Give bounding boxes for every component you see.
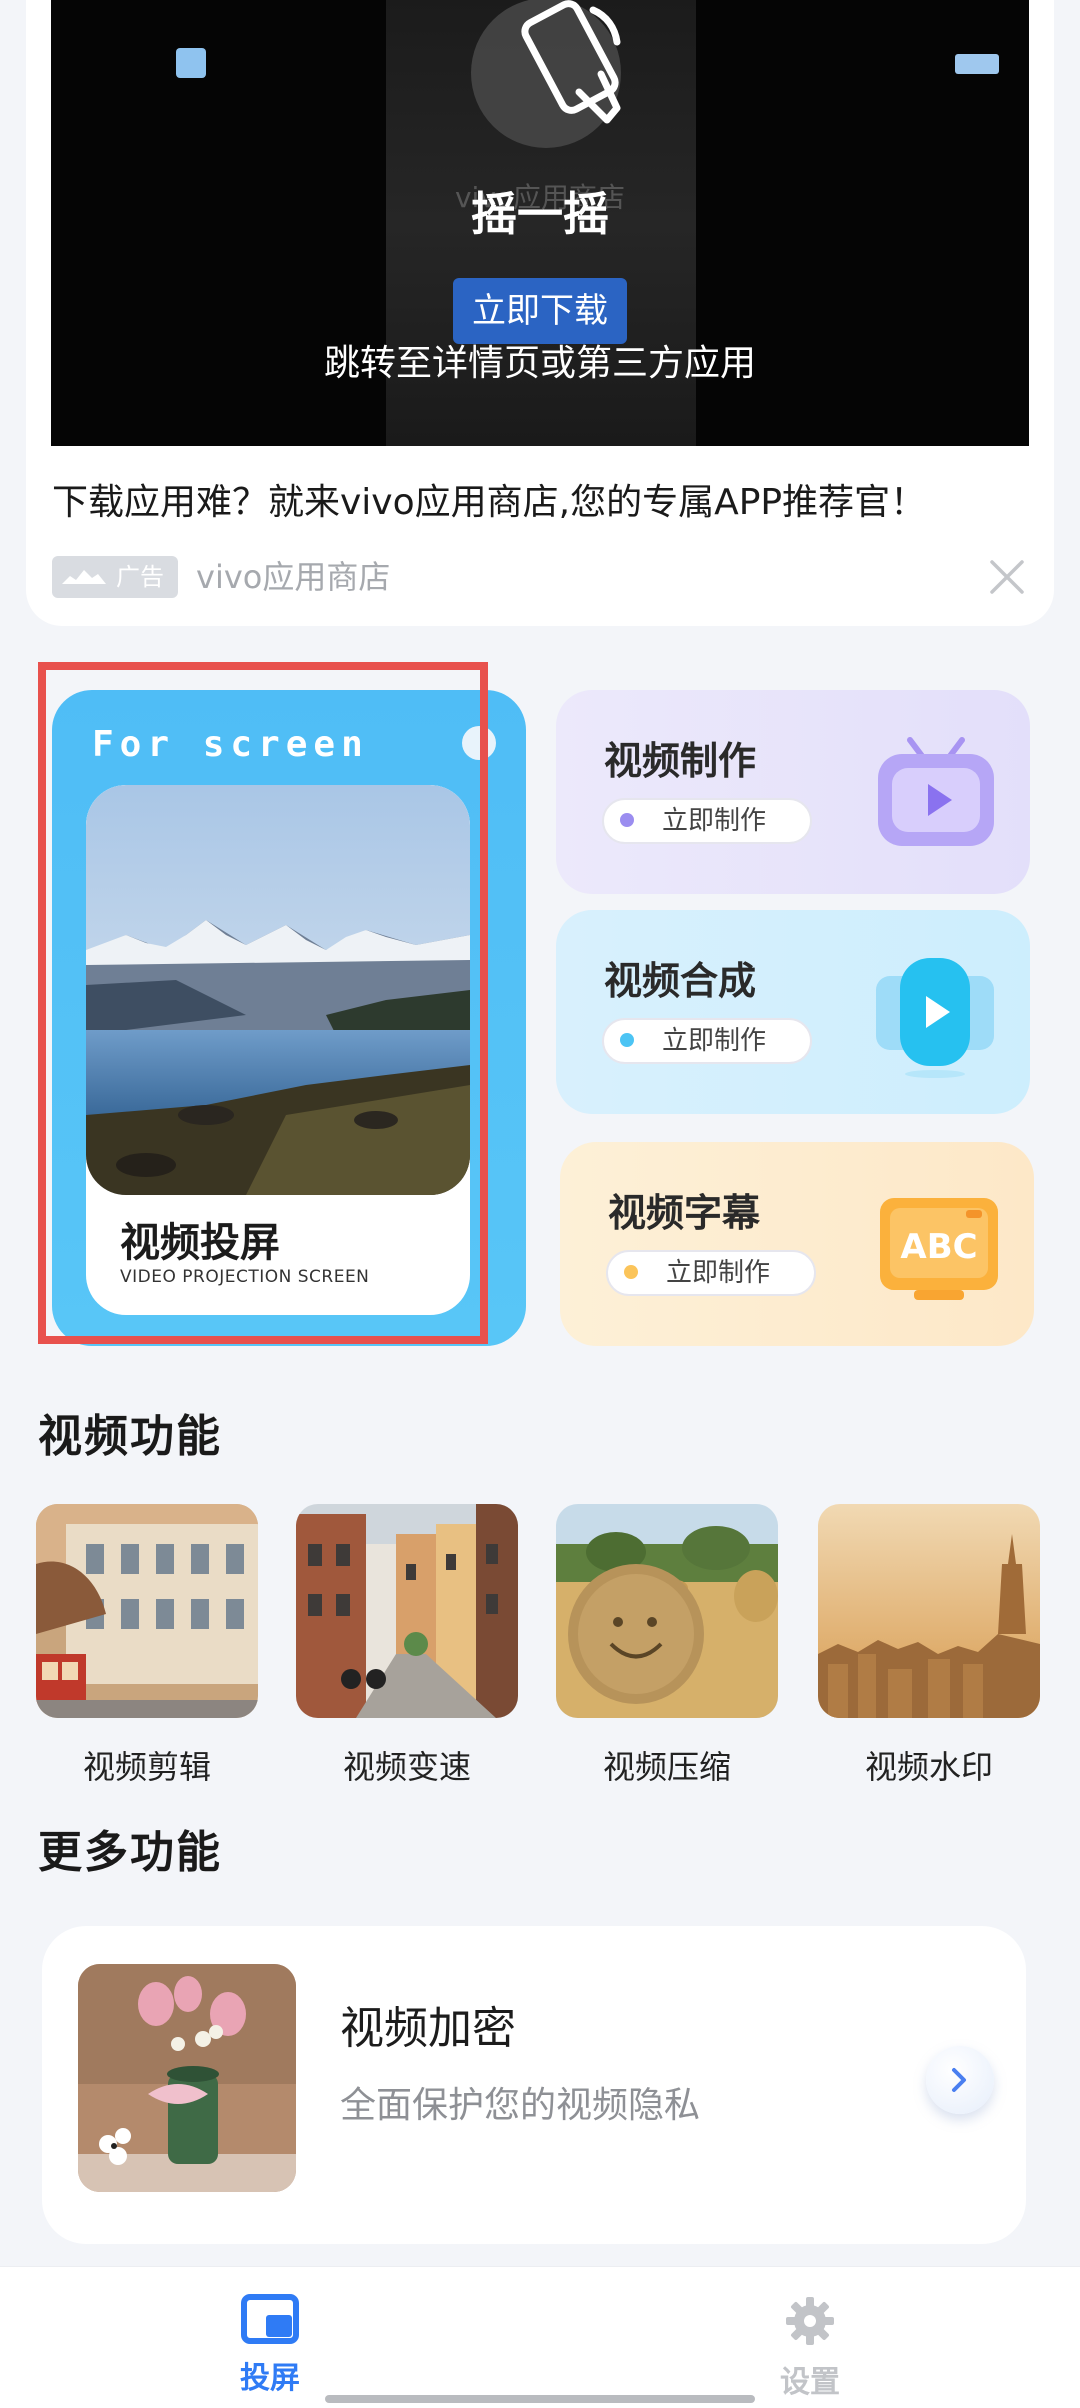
func-label: 视频剪辑 — [82, 1748, 211, 1786]
feature-title: 视频字幕 — [608, 1191, 761, 1235]
more-functions-title: 更多功能 — [38, 1827, 222, 1878]
video-play-icon — [876, 958, 994, 1078]
cast-screen-icon — [241, 2294, 299, 2344]
ad-headline[interactable]: 下载应用难？就来vivo应用商店,您的专属APP推荐官！ — [52, 473, 926, 525]
button-label: 立即制作 — [662, 1026, 767, 1056]
button-label: 立即制作 — [662, 806, 767, 836]
video-make-card[interactable]: 视频制作 立即制作 — [556, 690, 1030, 894]
merge-now-button[interactable]: 立即制作 — [602, 1018, 812, 1064]
func-item-compress[interactable]: 视频压缩 — [556, 1504, 778, 1788]
func-label: 视频变速 — [342, 1748, 471, 1786]
cast-title-en: For screen — [92, 724, 369, 765]
close-icon[interactable] — [988, 558, 1026, 596]
button-label: 立即制作 — [666, 1258, 771, 1288]
func-label: 视频水印 — [864, 1748, 993, 1786]
ad-jump-text: 跳转至详情页或第三方应用 — [323, 343, 756, 384]
nav-label-cast: 投屏 — [240, 2361, 300, 2396]
video-merge-card[interactable]: 视频合成 立即制作 — [556, 910, 1030, 1114]
feature-title: 视频合成 — [604, 959, 757, 1003]
func-item-watermark[interactable]: 视频水印 — [818, 1504, 1040, 1788]
chevron-right-button[interactable] — [926, 2046, 994, 2114]
encrypt-title: 视频加密 — [340, 2003, 516, 2054]
video-functions-title: 视频功能 — [38, 1411, 222, 1462]
svg-text:ABC: ABC — [900, 1227, 977, 1267]
tv-play-icon — [878, 737, 994, 846]
lake-mountain-image — [86, 785, 470, 1195]
cast-dot — [462, 726, 496, 760]
ad-badge-label: 广告 — [116, 563, 164, 591]
func-item-edit[interactable]: 视频剪辑 — [36, 1504, 258, 1788]
abc-board-icon: ABC — [880, 1198, 998, 1300]
make-now-button[interactable]: 立即制作 — [602, 798, 812, 844]
func-label: 视频压缩 — [602, 1748, 731, 1786]
nav-tab-cast[interactable]: 投屏 — [210, 2293, 330, 2397]
ad-logo-icon — [62, 570, 106, 584]
chevron-right-icon — [952, 2068, 966, 2092]
ad-store-name[interactable]: vivo应用商店 — [196, 556, 390, 598]
building-tram-image — [36, 1504, 258, 1718]
hay-bale-image — [556, 1504, 778, 1718]
gear-icon — [786, 2297, 834, 2345]
cast-subtitle: VIDEO PROJECTION SCREEN — [120, 1267, 370, 1287]
video-cast-card[interactable]: For screen 视频投屏 VIDEO PROJECTION SCREEN — [52, 690, 526, 1346]
cast-inner-card: 视频投屏 VIDEO PROJECTION SCREEN — [86, 785, 470, 1315]
cast-name: 视频投屏 — [120, 1220, 280, 1266]
subtitle-now-button[interactable]: 立即制作 — [606, 1250, 816, 1296]
ad-badge: 广告 — [52, 556, 178, 598]
street-image — [296, 1504, 518, 1718]
home-indicator[interactable] — [325, 2395, 755, 2403]
ad-shake-text: 摇一摇 — [471, 187, 609, 241]
flower-vase-image — [78, 1964, 296, 2192]
nav-tab-settings[interactable]: 设置 — [750, 2293, 870, 2401]
video-encrypt-card[interactable]: 视频加密 全面保护您的视频隐私 — [42, 1926, 1026, 2244]
ad-video[interactable]: vivo应用商店 摇一摇 立即下载 跳转至详情页或第三方应用 — [51, 0, 1029, 446]
encrypt-desc: 全面保护您的视频隐私 — [340, 2085, 701, 2126]
video-subtitle-card[interactable]: 视频字幕 立即制作 ABC — [560, 1142, 1034, 1346]
feature-title: 视频制作 — [604, 739, 757, 783]
nav-label-settings: 设置 — [780, 2365, 840, 2400]
bottom-nav: 投屏 设置 — [0, 2266, 1080, 2408]
shake-phone-icon — [521, 0, 621, 124]
city-skyline-image — [818, 1504, 1040, 1718]
func-item-speed[interactable]: 视频变速 — [296, 1504, 518, 1788]
